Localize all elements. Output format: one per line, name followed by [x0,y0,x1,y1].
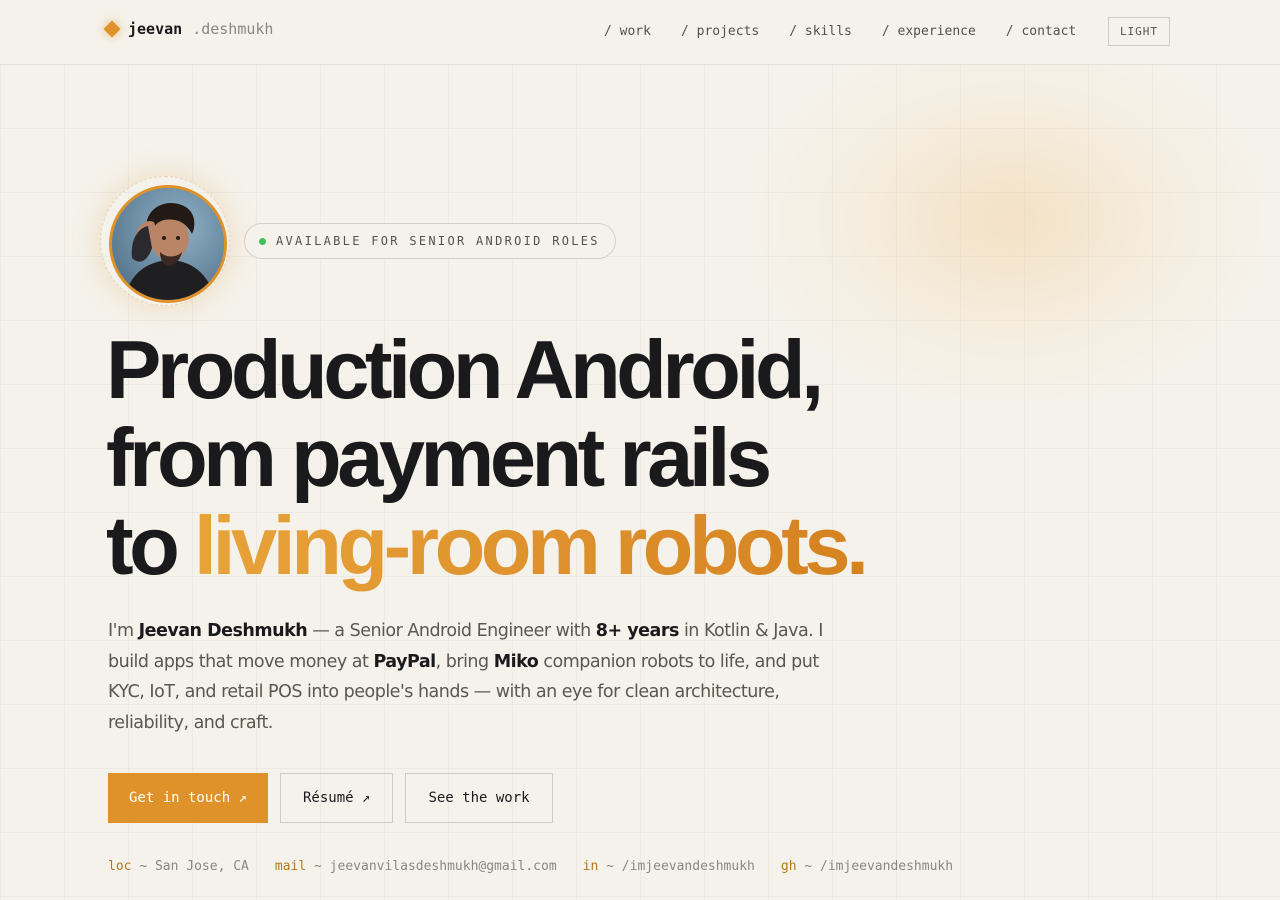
nav-link-experience[interactable]: / experience [882,24,976,39]
avatar-ring [100,176,230,306]
contact-github[interactable]: gh ~ /imjeevandeshmukh [781,859,953,874]
availability-badge: AVAILABLE FOR SENIOR ANDROID ROLES [244,223,616,259]
contact-value: ~ San Jose, CA [139,859,249,874]
status-dot-icon [259,237,266,245]
brand-first-name: jeevan [128,20,183,38]
hero-line-2: from payment rails [106,411,772,504]
contact-key: mail [274,859,307,874]
intro-years: 8+ years [595,621,680,641]
resume-button[interactable]: Résumé ↗ [280,773,394,823]
get-in-touch-button[interactable]: Get in touch ↗ [108,773,268,823]
theme-toggle-button[interactable]: LIGHT [1108,17,1170,46]
brand-last-name: .deshmukh [192,20,274,38]
contact-value[interactable]: ~ /imjeevandeshmukh [804,859,953,874]
contact-key: loc [108,859,132,874]
see-work-button[interactable]: See the work [405,773,553,823]
intro-company-paypal: PayPal [373,651,436,672]
nav-link-work[interactable]: / work [604,24,651,39]
nav-link-contact[interactable]: / contact [1006,24,1076,39]
intro-name: Jeevan Deshmukh [138,621,308,641]
intro-text: — a Senior Android Engineer with [307,621,596,641]
contact-value[interactable]: ~ jeevanvilasdeshmukh@gmail.com [314,859,557,874]
contact-email[interactable]: mail ~ jeevanvilasdeshmukh@gmail.com [275,859,557,874]
profile-photo [112,188,224,300]
hero-accent-text: living-room robots. [193,499,869,592]
contact-location: loc ~ San Jose, CA [108,859,249,874]
nav-link-skills[interactable]: / skills [789,24,852,39]
contact-value[interactable]: ~ /imjeevandeshmukh [606,859,755,874]
main-nav: / work / projects / skills / experience … [604,24,1106,39]
contact-key: gh [780,859,797,874]
intro-company-miko: Miko [493,651,539,672]
contact-key: in [582,859,599,874]
site-header: jeevan .deshmukh / work / projects / ski… [0,0,1280,65]
brand-logo[interactable]: jeevan .deshmukh [103,20,274,38]
avatar [109,185,227,303]
intro-text: , bring [435,651,494,672]
nav-link-projects[interactable]: / projects [681,24,759,39]
hero-actions: Get in touch ↗ Résumé ↗ See the work [108,773,565,823]
hero-heading: Production Android, from payment rails t… [106,323,869,592]
contact-line: loc ~ San Jose, CA mail ~ jeevanvilasdes… [108,859,979,874]
contact-linkedin[interactable]: in ~ /imjeevandeshmukh [583,859,755,874]
diamond-icon [103,20,121,38]
hero-line-3-prefix: to [106,499,194,592]
intro-paragraph: I'm Jeevan Deshmukh — a Senior Android E… [108,616,828,738]
hero-line-3: to living-room robots. [106,499,869,592]
availability-text: AVAILABLE FOR SENIOR ANDROID ROLES [276,234,600,248]
hero-line-1: Production Android, [106,323,824,416]
intro-text: I'm [108,621,139,641]
